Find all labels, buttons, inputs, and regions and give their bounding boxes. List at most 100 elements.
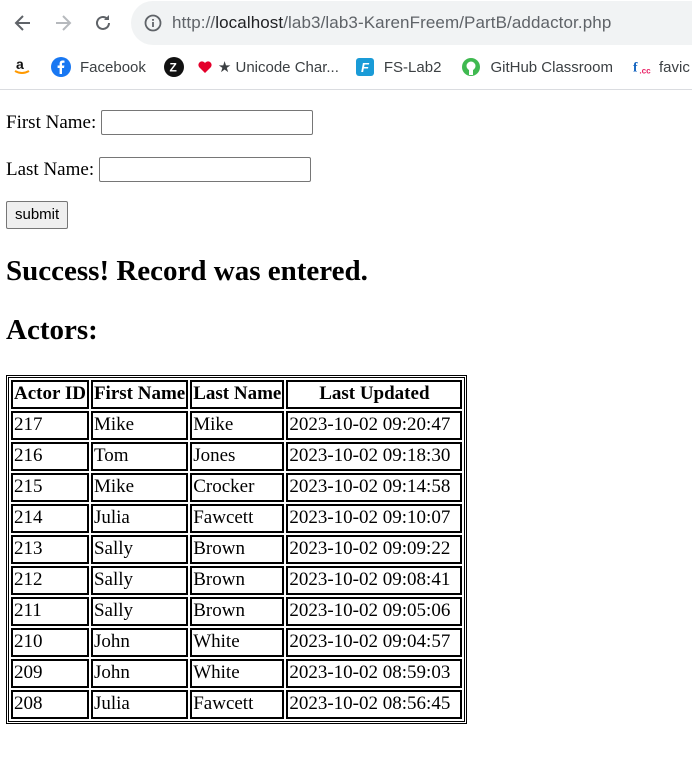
cell-first-name: Julia xyxy=(90,503,189,533)
table-row: 209 John White 2023-10-02 08:59:03 xyxy=(11,658,463,688)
cell-actor-id: 215 xyxy=(11,472,89,502)
cell-first-name: John xyxy=(90,658,189,688)
cell-last-updated: 2023-10-02 08:56:45 xyxy=(286,689,463,719)
cell-actor-id: 213 xyxy=(11,534,89,564)
actors-table: Actor ID First Name Last Name Last Updat… xyxy=(6,374,468,724)
cell-first-name: Julia xyxy=(90,689,189,719)
cell-first-name: Sally xyxy=(90,565,189,595)
url-host: localhost xyxy=(215,13,284,32)
cell-first-name: Tom xyxy=(90,441,189,471)
reload-button[interactable] xyxy=(88,8,118,38)
cell-first-name: Sally xyxy=(90,534,189,564)
last-name-row: Last Name: xyxy=(6,156,686,183)
table-row: 214 Julia Fawcett 2023-10-02 09:10:07 xyxy=(11,503,463,533)
cell-actor-id: 211 xyxy=(11,596,89,626)
cell-last-name: Jones xyxy=(190,441,285,471)
cell-last-name: White xyxy=(190,627,285,657)
cell-actor-id: 216 xyxy=(11,441,89,471)
cell-last-updated: 2023-10-02 09:20:47 xyxy=(286,410,463,440)
cell-last-name: White xyxy=(190,658,285,688)
cell-actor-id: 217 xyxy=(11,410,89,440)
favicon-cc-icon: f .cc xyxy=(633,57,653,77)
cell-last-updated: 2023-10-02 09:09:22 xyxy=(286,534,463,564)
bookmark-label: Facebook xyxy=(80,58,146,76)
cell-last-updated: 2023-10-02 09:08:41 xyxy=(286,565,463,595)
first-name-input[interactable] xyxy=(101,110,314,135)
last-name-input[interactable] xyxy=(99,157,312,182)
column-header-last-updated: Last Updated xyxy=(286,379,463,409)
success-message: Success! Record was entered. xyxy=(6,254,368,287)
cell-last-updated: 2023-10-02 09:18:30 xyxy=(286,441,463,471)
bookmark-label: ★ Unicode Char... xyxy=(217,59,339,76)
browser-toolbar: http://localhost/lab3/lab3-KarenFreem/Pa… xyxy=(0,0,692,45)
info-icon[interactable] xyxy=(143,13,163,33)
cell-first-name: Sally xyxy=(90,596,189,626)
table-header-row: Actor ID First Name Last Name Last Updat… xyxy=(11,379,463,409)
browser-chrome: http://localhost/lab3/lab3-KarenFreem/Pa… xyxy=(0,0,692,90)
address-bar[interactable]: http://localhost/lab3/lab3-KarenFreem/Pa… xyxy=(131,1,692,45)
cell-actor-id: 210 xyxy=(11,627,89,657)
svg-text:f: f xyxy=(633,60,638,75)
first-name-row: First Name: xyxy=(6,109,686,136)
first-name-label: First Name: xyxy=(6,111,97,133)
url-text: http://localhost/lab3/lab3-KarenFreem/Pa… xyxy=(172,13,611,33)
svg-text:.cc: .cc xyxy=(639,66,651,75)
actors-heading: Actors: xyxy=(6,313,98,346)
page-content: First Name: Last Name: submit Success! R… xyxy=(0,90,692,724)
cell-last-name: Fawcett xyxy=(190,503,285,533)
f-logo-icon: F xyxy=(355,57,375,77)
cell-last-name: Fawcett xyxy=(190,689,285,719)
table-row: 216 Tom Jones 2023-10-02 09:18:30 xyxy=(11,441,463,471)
circle-z-icon: Z xyxy=(163,57,184,77)
table-row: 212 Sally Brown 2023-10-02 09:08:41 xyxy=(11,565,463,595)
bookmark-facebook[interactable]: Facebook xyxy=(51,53,146,81)
bookmark-label: GitHub Classroom xyxy=(490,58,613,76)
cell-last-name: Crocker xyxy=(190,472,285,502)
url-scheme: http:// xyxy=(172,13,216,32)
table-row: 208 Julia Fawcett 2023-10-02 08:56:45 xyxy=(11,689,463,719)
table-row: 217 Mike Mike 2023-10-02 09:20:47 xyxy=(11,410,463,440)
cell-first-name: Mike xyxy=(90,472,189,502)
facebook-icon xyxy=(51,57,71,77)
table-row: 211 Sally Brown 2023-10-02 09:05:06 xyxy=(11,596,463,626)
bookmark-unicode[interactable]: ★ Unicode Char... xyxy=(195,53,339,81)
svg-text:Z: Z xyxy=(169,61,176,75)
github-icon xyxy=(461,57,481,77)
url-path: /lab3/lab3-KarenFreem/PartB/addactor.php xyxy=(283,13,612,32)
cell-last-name: Mike xyxy=(190,410,285,440)
cell-actor-id: 212 xyxy=(11,565,89,595)
cell-last-updated: 2023-10-02 09:14:58 xyxy=(286,472,463,502)
amazon-icon: a xyxy=(12,57,32,77)
bookmark-label: FS-Lab2 xyxy=(383,58,442,76)
arrow-right-icon xyxy=(56,15,72,31)
bookmark-label: favic xyxy=(658,58,690,76)
cell-actor-id: 209 xyxy=(11,658,89,688)
svg-text:F: F xyxy=(361,60,370,75)
column-header-last-name: Last Name xyxy=(190,379,285,409)
bookmark-fs-lab2[interactable]: F FS-Lab2 xyxy=(355,53,442,81)
column-header-actor-id: Actor ID xyxy=(11,379,89,409)
cell-last-updated: 2023-10-02 09:10:07 xyxy=(286,503,463,533)
cell-last-updated: 2023-10-02 09:05:06 xyxy=(286,596,463,626)
cell-actor-id: 208 xyxy=(11,689,89,719)
bookmark-amazon[interactable]: a xyxy=(12,53,41,81)
svg-text:a: a xyxy=(16,57,24,72)
cell-last-name: Brown xyxy=(190,534,285,564)
bookmark-favicon[interactable]: f .cc favic xyxy=(633,53,690,81)
forward-button[interactable] xyxy=(48,8,78,38)
heart-icon xyxy=(195,57,215,77)
last-name-label: Last Name: xyxy=(6,158,95,180)
submit-button[interactable]: submit xyxy=(6,200,69,229)
column-header-first-name: First Name xyxy=(90,379,189,409)
bookmark-github-classroom[interactable]: GitHub Classroom xyxy=(461,53,613,81)
reload-icon xyxy=(96,15,110,30)
arrow-left-icon xyxy=(14,15,30,31)
back-button[interactable] xyxy=(8,8,38,38)
cell-actor-id: 214 xyxy=(11,503,89,533)
cell-last-updated: 2023-10-02 08:59:03 xyxy=(286,658,463,688)
table-row: 210 John White 2023-10-02 09:04:57 xyxy=(11,627,463,657)
table-row: 213 Sally Brown 2023-10-02 09:09:22 xyxy=(11,534,463,564)
cell-last-name: Brown xyxy=(190,565,285,595)
cell-last-updated: 2023-10-02 09:04:57 xyxy=(286,627,463,657)
bookmark-circle-z[interactable]: Z xyxy=(163,53,193,81)
